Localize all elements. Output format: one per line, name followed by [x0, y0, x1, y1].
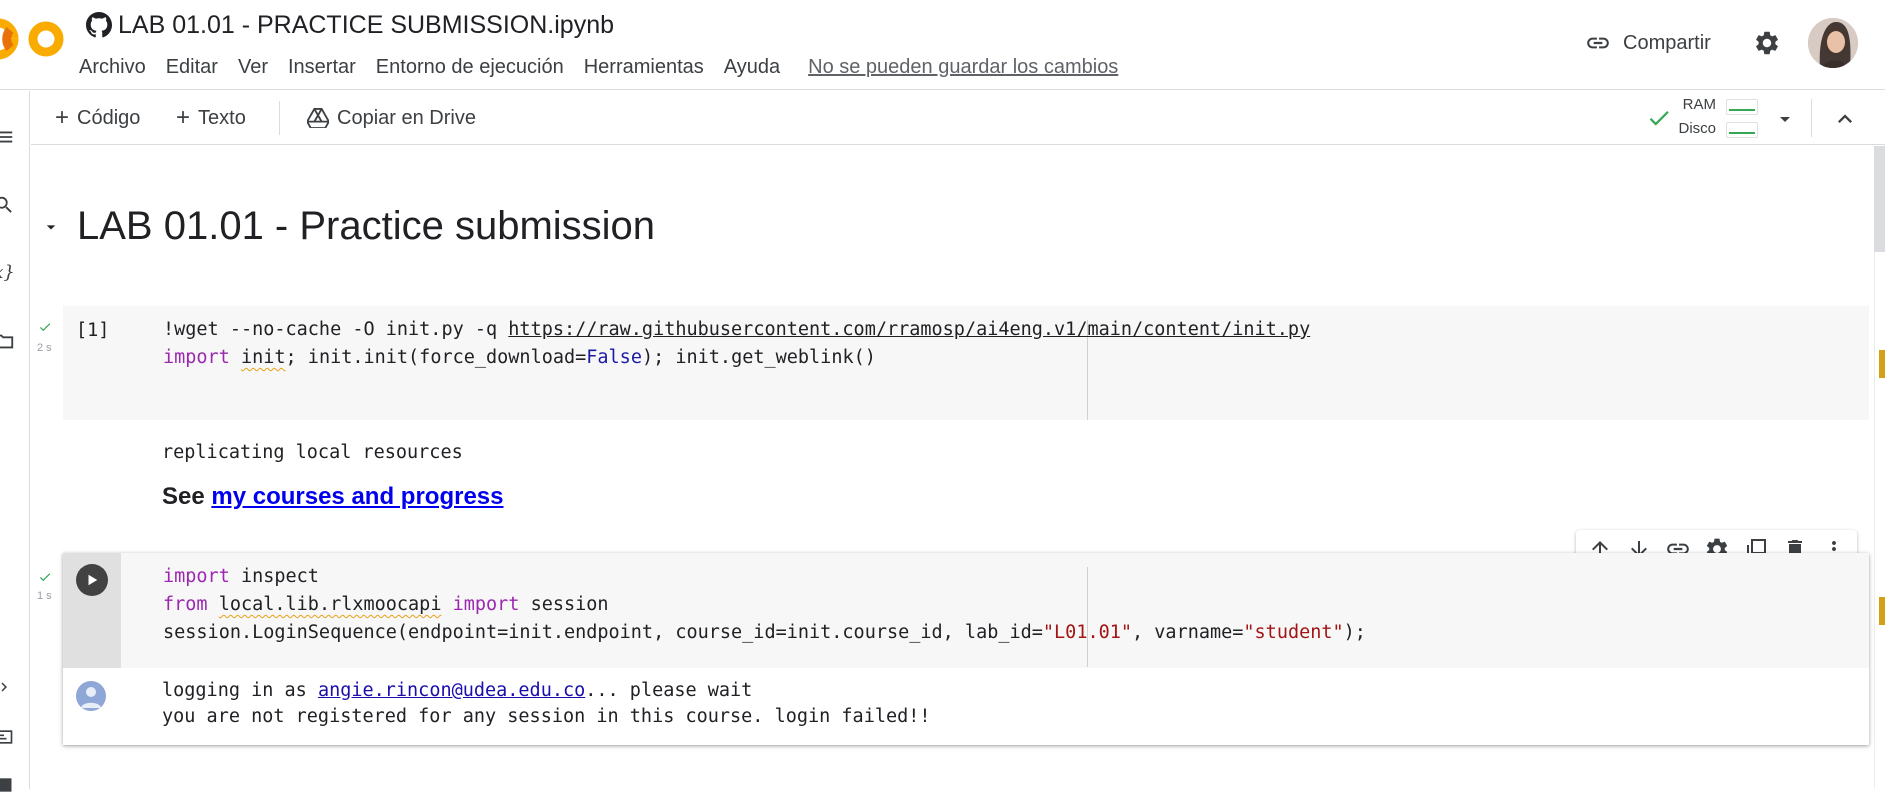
code-text: ; init.init(force_download= [285, 347, 587, 368]
menu-editar[interactable]: Editar [156, 52, 228, 82]
console-icon[interactable] [0, 773, 16, 797]
code-text: , varname= [1132, 622, 1244, 643]
heading-text: LAB 01.01 - Practice submission [77, 204, 656, 248]
collapse-section-icon[interactable] [41, 217, 61, 237]
add-code-label: Código [77, 106, 141, 129]
output-line: logging in as angie.rincon@udea.edu.co..… [162, 680, 752, 701]
search-icon[interactable] [0, 193, 16, 217]
caret-down-icon[interactable] [1773, 107, 1797, 131]
cell-output: logging in as angie.rincon@udea.edu.co..… [63, 669, 1869, 745]
left-side-rail: x} [0, 91, 30, 792]
execution-count: [1] [76, 320, 110, 341]
ram-usage-bar[interactable] [1726, 99, 1758, 115]
notebook-area[interactable]: LAB 01.01 - Practice submission 2 s [1] … [31, 146, 1885, 789]
code-editor[interactable]: [1] !wget --no-cache -O init.py -q https… [63, 306, 1885, 420]
cell-exec-time: 1 s [37, 590, 52, 602]
expand-chevron-icon[interactable] [0, 675, 16, 699]
add-code-cell-button[interactable]: + Código [55, 103, 140, 133]
output-line: you are not registered for any session i… [162, 706, 931, 727]
section-heading: LAB 01.01 - Practice submission [41, 204, 655, 249]
cell-modified-marker [1879, 350, 1885, 378]
document-title-row: LAB 01.01 - PRACTICE SUBMISSION.ipynb [86, 8, 614, 42]
output-text: ... please wait [585, 680, 753, 701]
collapse-header-icon[interactable] [1831, 105, 1859, 133]
code-module: local.lib.rlxmoocapi [218, 594, 442, 615]
colab-logo[interactable] [0, 16, 66, 62]
menu-entorno-ejecucion[interactable]: Entorno de ejecución [366, 52, 574, 82]
variables-icon[interactable]: x} [0, 260, 16, 284]
code-text: ); init.get_weblink() [641, 347, 876, 368]
drive-icon [307, 108, 329, 128]
plus-icon: + [55, 104, 70, 131]
code-cell[interactable]: import inspect from local.lib.rlxmoocapi… [63, 553, 1885, 745]
copy-to-drive-label: Copiar en Drive [337, 106, 476, 129]
code-line: from local.lib.rlxmoocapi import session [163, 591, 609, 619]
code-boolean: False [586, 347, 642, 368]
success-check-icon [39, 573, 51, 582]
output-text: logging in as [162, 680, 318, 701]
cell-modified-marker [1879, 597, 1885, 625]
line-length-ruler [1087, 567, 1088, 667]
menu-ver[interactable]: Ver [228, 52, 278, 82]
code-module: init [240, 347, 286, 368]
settings-button[interactable] [1750, 26, 1784, 60]
menu-insertar[interactable]: Insertar [278, 52, 366, 82]
menu-archivo[interactable]: Archivo [79, 52, 156, 82]
run-gutter [63, 553, 121, 668]
output-html: See my courses and progress [162, 483, 504, 511]
output-user-icon[interactable] [76, 681, 106, 711]
share-label: Compartir [1623, 31, 1711, 54]
code-line: import inspect [163, 563, 319, 591]
courses-progress-link[interactable]: my courses and progress [211, 483, 503, 510]
code-string: "student" [1243, 622, 1344, 643]
code-keyword: import [163, 347, 230, 368]
disk-label: Disco [1678, 120, 1716, 137]
terminal-icon[interactable] [0, 725, 16, 749]
code-text: session [519, 594, 609, 615]
code-line: import init; init.init(force_download=Fa… [163, 344, 876, 372]
avatar-image [1808, 18, 1858, 68]
user-avatar[interactable] [1808, 18, 1858, 68]
code-text: session.LoginSequence(endpoint=init.endp… [163, 622, 1043, 643]
menu-herramientas[interactable]: Herramientas [574, 52, 714, 82]
cell-exec-time: 2 s [37, 342, 52, 354]
plus-icon: + [176, 104, 191, 131]
share-button[interactable]: Compartir [1585, 24, 1711, 62]
code-line: !wget --no-cache -O init.py -q https://r… [163, 316, 1310, 344]
play-icon [88, 574, 98, 586]
code-string: "L01.01" [1042, 622, 1133, 643]
output-text: replicating local resources [162, 442, 463, 463]
code-command: !wget --no-cache -O init.py -q [163, 319, 509, 340]
gear-icon [1756, 31, 1778, 55]
code-keyword: from [163, 594, 208, 615]
success-check-icon [39, 323, 51, 332]
code-line: session.LoginSequence(endpoint=init.endp… [163, 619, 1366, 647]
app-header: LAB 01.01 - PRACTICE SUBMISSION.ipynb Ar… [0, 0, 1885, 90]
folder-icon[interactable] [0, 329, 16, 353]
code-keyword: import [163, 566, 230, 587]
output-see-label: See [162, 483, 212, 510]
code-keyword: import [452, 594, 520, 615]
add-text-label: Texto [198, 106, 246, 129]
scrollbar-thumb[interactable] [1874, 146, 1885, 252]
menu-bar: Archivo Editar Ver Insertar Entorno de e… [79, 52, 1128, 82]
code-url[interactable]: https://raw.githubusercontent.com/rramos… [508, 319, 1310, 340]
toolbar-divider [279, 101, 280, 135]
ram-label: RAM [1682, 96, 1716, 113]
disk-usage-bar[interactable] [1726, 122, 1758, 138]
code-text: inspect [229, 566, 319, 587]
add-text-cell-button[interactable]: + Texto [176, 103, 246, 133]
link-icon [1587, 37, 1609, 49]
email-link[interactable]: angie.rincon@udea.edu.co [318, 680, 585, 701]
document-title[interactable]: LAB 01.01 - PRACTICE SUBMISSION.ipynb [118, 11, 614, 40]
code-text: ); [1343, 622, 1366, 643]
copy-to-drive-button[interactable]: Copiar en Drive [307, 103, 476, 133]
menu-ayuda[interactable]: Ayuda [714, 52, 790, 82]
github-icon[interactable] [86, 12, 112, 38]
toolbar-divider [1811, 99, 1812, 137]
run-cell-button[interactable] [76, 564, 108, 596]
notebook-toolbar: + Código + Texto Copiar en Drive RAM Dis… [31, 91, 1885, 145]
table-of-contents-icon[interactable] [0, 125, 16, 149]
save-warning-link[interactable]: No se pueden guardar los cambios [798, 52, 1128, 82]
